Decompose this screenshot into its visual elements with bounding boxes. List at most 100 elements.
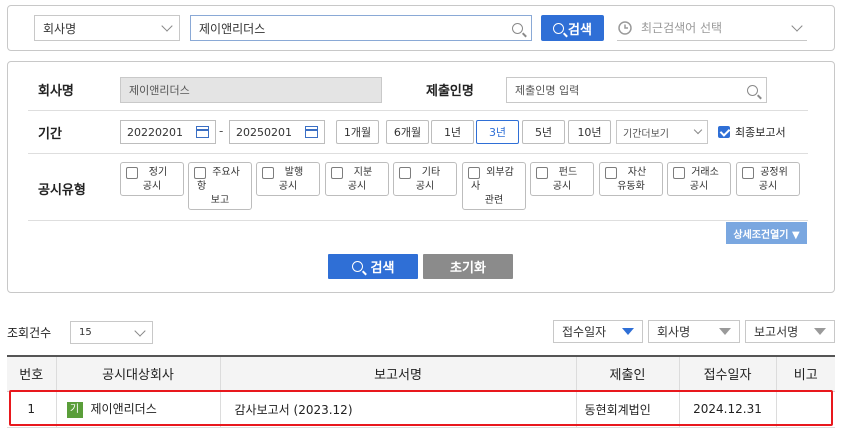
type-label-line2: 공시 bbox=[552, 181, 572, 192]
period-label: 기간 bbox=[38, 127, 62, 142]
type-label-line2: 공시 bbox=[347, 181, 367, 192]
search-icon[interactable] bbox=[747, 84, 758, 96]
disclosure-type-abs[interactable]: 자산 유동화 bbox=[599, 162, 663, 196]
reset-button[interactable]: 초기화 bbox=[423, 254, 513, 279]
chevron-down-icon bbox=[161, 20, 173, 32]
submitter-label: 제출인명 bbox=[426, 84, 474, 99]
submitter-input[interactable]: 제출인명 입력 bbox=[506, 77, 767, 103]
page-size-select[interactable]: 15 bbox=[70, 321, 153, 344]
period-6m-button[interactable]: 6개월 bbox=[386, 120, 429, 144]
column-header-no: 번호 bbox=[7, 355, 56, 392]
sort-icon[interactable] bbox=[814, 328, 826, 335]
sort-icon[interactable] bbox=[719, 328, 731, 335]
table-header-row: 번호 공시대상회사 보고서명 제출인 접수일자 비고 bbox=[7, 355, 835, 392]
disclosure-type-equity[interactable]: 지분 공시 bbox=[325, 162, 389, 196]
search-icon[interactable] bbox=[512, 22, 523, 34]
scope-select[interactable]: 회사명 bbox=[34, 15, 180, 41]
type-label-line2: 공시 bbox=[415, 181, 435, 192]
checkbox-icon[interactable] bbox=[194, 167, 206, 179]
disclosure-type-audit[interactable]: 외부감 사 관련 bbox=[462, 162, 526, 210]
row-highlight bbox=[9, 390, 833, 426]
search-button[interactable]: 검색 bbox=[328, 254, 418, 279]
chevron-down-icon bbox=[134, 324, 146, 337]
column-header-submitter: 제출인 bbox=[575, 355, 679, 392]
recent-search-select[interactable]: 최근검색어 선택 bbox=[617, 15, 807, 41]
date-to-value: 20250201 bbox=[236, 125, 292, 139]
disclosure-type-exchange[interactable]: 거래소 공시 bbox=[667, 162, 731, 196]
divider bbox=[28, 220, 808, 221]
sort-report-label: 보고서명 bbox=[754, 325, 799, 339]
sort-desc-icon[interactable] bbox=[622, 328, 634, 335]
sort-date-label: 접수일자 bbox=[562, 325, 607, 339]
calendar-icon[interactable] bbox=[305, 126, 318, 138]
period-5y-button[interactable]: 5년 bbox=[522, 120, 565, 144]
date-separator: - bbox=[219, 124, 224, 138]
period-1y-button[interactable]: 1년 bbox=[431, 120, 474, 144]
checkbox-icon[interactable] bbox=[126, 167, 138, 179]
type-label-line2: 공시 bbox=[278, 181, 298, 192]
quick-search-button[interactable]: 검색 bbox=[541, 15, 604, 41]
disclosure-type-regular[interactable]: 정기 공시 bbox=[120, 162, 184, 196]
disclosure-type-label: 공시유형 bbox=[38, 183, 86, 198]
checkbox-icon[interactable] bbox=[605, 167, 617, 179]
sort-date-select[interactable]: 접수일자 bbox=[553, 320, 643, 343]
sort-company-select[interactable]: 회사명 bbox=[648, 320, 740, 343]
result-count-label: 조회건수 bbox=[7, 326, 52, 340]
checkbox-icon[interactable] bbox=[673, 167, 685, 179]
type-label-line2: 공시 bbox=[689, 181, 709, 192]
chevron-down-icon bbox=[693, 125, 703, 135]
checkbox-checked-icon[interactable] bbox=[718, 126, 730, 138]
search-input-value: 제이앤리더스 bbox=[199, 21, 266, 36]
period-10y-button[interactable]: 10년 bbox=[568, 120, 611, 144]
search-button-label: 검색 bbox=[370, 261, 395, 276]
checkbox-icon[interactable] bbox=[742, 167, 754, 179]
company-label: 회사명 bbox=[38, 84, 74, 99]
company-field: 제이앤리더스 bbox=[120, 77, 382, 103]
column-header-report: 보고서명 bbox=[219, 355, 576, 392]
type-label-line2: 공시 bbox=[142, 181, 162, 192]
disclosure-type-fund[interactable]: 펀드 공시 bbox=[530, 162, 594, 196]
divider bbox=[28, 153, 808, 154]
final-report-checkbox[interactable]: 최종보고서 bbox=[718, 124, 786, 140]
type-label-line3: 관련 bbox=[484, 195, 504, 206]
type-label-line2: 유동화 bbox=[617, 181, 645, 192]
divider bbox=[28, 110, 808, 111]
search-input[interactable]: 제이앤리더스 bbox=[190, 15, 532, 41]
column-header-date: 접수일자 bbox=[678, 355, 776, 392]
final-report-label: 최종보고서 bbox=[735, 126, 786, 139]
type-label-line2: 공시 bbox=[758, 181, 778, 192]
disclosure-type-ftc[interactable]: 공정위 공시 bbox=[736, 162, 800, 196]
column-header-note: 비고 bbox=[775, 355, 835, 392]
date-from-value: 20220201 bbox=[127, 125, 183, 139]
sort-company-label: 회사명 bbox=[657, 325, 691, 339]
sort-report-select[interactable]: 보고서명 bbox=[745, 320, 835, 343]
recent-search-label: 최근검색어 선택 bbox=[641, 21, 723, 35]
submitter-placeholder: 제출인명 입력 bbox=[515, 84, 580, 97]
scope-select-value: 회사명 bbox=[43, 21, 77, 36]
company-field-value: 제이앤리더스 bbox=[129, 84, 190, 97]
disclosure-type-major[interactable]: 주요사 항 보고 bbox=[188, 162, 252, 210]
period-1m-button[interactable]: 1개월 bbox=[336, 120, 379, 144]
checkbox-icon[interactable] bbox=[262, 167, 274, 179]
checkbox-icon[interactable] bbox=[536, 167, 548, 179]
disclosure-type-issuance[interactable]: 발행 공시 bbox=[256, 162, 320, 196]
period-3y-button[interactable]: 3년 bbox=[476, 120, 519, 144]
calendar-icon[interactable] bbox=[196, 126, 209, 138]
date-to-input[interactable]: 20250201 bbox=[229, 120, 325, 144]
chevron-down-icon bbox=[791, 19, 803, 32]
checkbox-icon[interactable] bbox=[399, 167, 411, 179]
disclosure-type-other[interactable]: 기타 공시 bbox=[393, 162, 457, 196]
period-more-label: 기간더보기 bbox=[623, 128, 669, 140]
date-from-input[interactable]: 20220201 bbox=[120, 120, 216, 144]
type-label-line3: 보고 bbox=[210, 195, 230, 206]
checkbox-icon[interactable] bbox=[468, 167, 480, 179]
advanced-options-button[interactable]: 상세조건열기 ▼ bbox=[726, 222, 807, 244]
checkbox-icon[interactable] bbox=[331, 167, 343, 179]
page-size-value: 15 bbox=[79, 327, 92, 338]
column-header-company: 공시대상회사 bbox=[55, 355, 220, 392]
period-more-select[interactable]: 기간더보기 bbox=[616, 120, 708, 144]
history-clock-icon bbox=[618, 20, 632, 35]
search-icon bbox=[553, 22, 565, 34]
search-icon bbox=[351, 261, 363, 272]
quick-search-label: 검색 bbox=[568, 22, 592, 38]
